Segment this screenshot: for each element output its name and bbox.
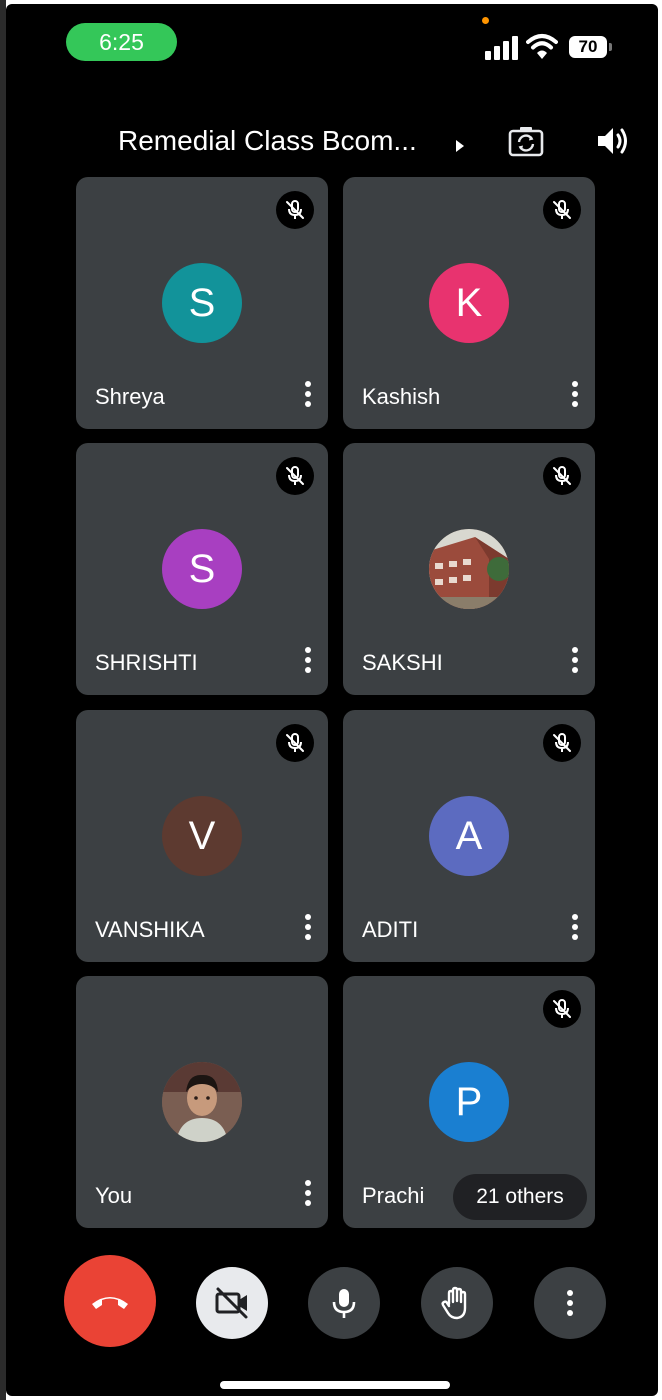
participant-options-button[interactable] [565,643,585,677]
dot [305,924,311,930]
battery-level: 70 [569,36,607,58]
more-options-icon [567,1290,573,1316]
participant-options-button[interactable] [298,377,318,411]
participant-name: SAKSHI [362,650,443,675]
dot [305,381,311,387]
avatar-initial: S [188,546,216,591]
wifi-icon [526,34,558,59]
avatar-initial: P [455,1079,483,1124]
participant-avatar [162,1062,242,1142]
others-participants-button[interactable]: 21 others [453,1174,587,1220]
participant-avatar: A [429,796,509,876]
dot [305,401,311,407]
meet-screen: 6:25 70 Remedial Class Bcom... S Shreya K K… [6,4,658,1396]
participant-name: You [95,1183,133,1208]
participant-options-button[interactable] [298,643,318,677]
avatar-initial: S [188,280,216,325]
dot [305,647,311,653]
participant-name: VANSHIKA [95,917,205,942]
dot [305,934,311,940]
camera-toggle-button[interactable] [196,1267,268,1339]
home-indicator[interactable] [220,1381,450,1389]
dot [305,667,311,673]
end-call-icon [92,1297,128,1309]
dot [305,1180,311,1186]
speaker-icon[interactable] [594,123,630,159]
microphone-button[interactable] [308,1267,380,1339]
dot [572,914,578,920]
avatar-initial: V [188,813,216,858]
dot [572,667,578,673]
participant-name: ADITI [362,917,419,942]
avatar-initial: A [455,813,483,858]
status-time[interactable]: 6:25 [66,23,177,61]
profile-photo [162,1062,242,1142]
participant-name: SHRISHTI [95,650,198,675]
participant-avatar: S [162,529,242,609]
participant-tile[interactable]: SAKSHI [343,443,595,695]
mic-off-icon [286,200,304,219]
building-photo [429,529,509,609]
participant-tile[interactable]: S Shreya [76,177,328,429]
participant-name: Shreya [95,384,165,409]
dot [305,391,311,397]
mic-off-badge [276,191,314,229]
participant-tile[interactable]: K Kashish [343,177,595,429]
participant-name: Prachi [362,1183,425,1208]
mic-off-icon [553,733,571,752]
dot [572,924,578,930]
participant-name: Kashish [362,384,441,409]
dot [305,1190,311,1196]
raise-hand-button[interactable] [421,1267,493,1339]
participant-avatar: K [429,263,509,343]
dot [572,657,578,663]
dot [572,401,578,407]
dot [572,934,578,940]
mic-off-badge [543,191,581,229]
mic-off-icon [286,466,304,485]
mic-off-badge [543,457,581,495]
mic-off-icon [553,200,571,219]
privacy-indicator-dot [482,17,489,24]
participant-avatar: V [162,796,242,876]
participant-avatar [429,529,509,609]
dot [572,647,578,653]
participant-options-button[interactable] [565,377,585,411]
dot [572,391,578,397]
dot [305,1200,311,1206]
dot [572,381,578,387]
battery-indicator: 70 [569,36,612,58]
mic-off-icon [553,466,571,485]
participant-options-button[interactable] [565,910,585,944]
participant-tile[interactable]: V VANSHIKA [76,710,328,962]
participant-tile[interactable]: S SHRISHTI [76,443,328,695]
meeting-title[interactable]: Remedial Class Bcom... [118,125,417,157]
mic-off-badge [276,457,314,495]
end-call-button[interactable] [64,1255,156,1347]
mic-off-badge [543,724,581,762]
participant-tile[interactable]: P Prachi 21 others [343,976,595,1228]
microphone-icon [332,1289,356,1318]
battery-tip [609,43,612,51]
camera-off-icon [215,1287,248,1319]
cellular-signal-icon [485,34,519,60]
dot [305,657,311,663]
mic-off-icon [553,999,571,1018]
participant-avatar: P [429,1062,509,1142]
participant-tile[interactable]: A ADITI [343,710,595,962]
more-options-button[interactable] [534,1267,606,1339]
switch-camera-icon[interactable] [506,122,546,162]
participant-options-button[interactable] [298,1176,318,1210]
raise-hand-icon [441,1286,467,1320]
mic-off-badge [543,990,581,1028]
dot [305,914,311,920]
mic-off-icon [286,733,304,752]
avatar-initial: K [455,280,483,325]
participant-avatar: S [162,263,242,343]
participant-options-button[interactable] [298,910,318,944]
participant-tile[interactable]: You [76,976,328,1228]
mic-off-badge [276,724,314,762]
chevron-right-icon[interactable] [452,134,468,158]
